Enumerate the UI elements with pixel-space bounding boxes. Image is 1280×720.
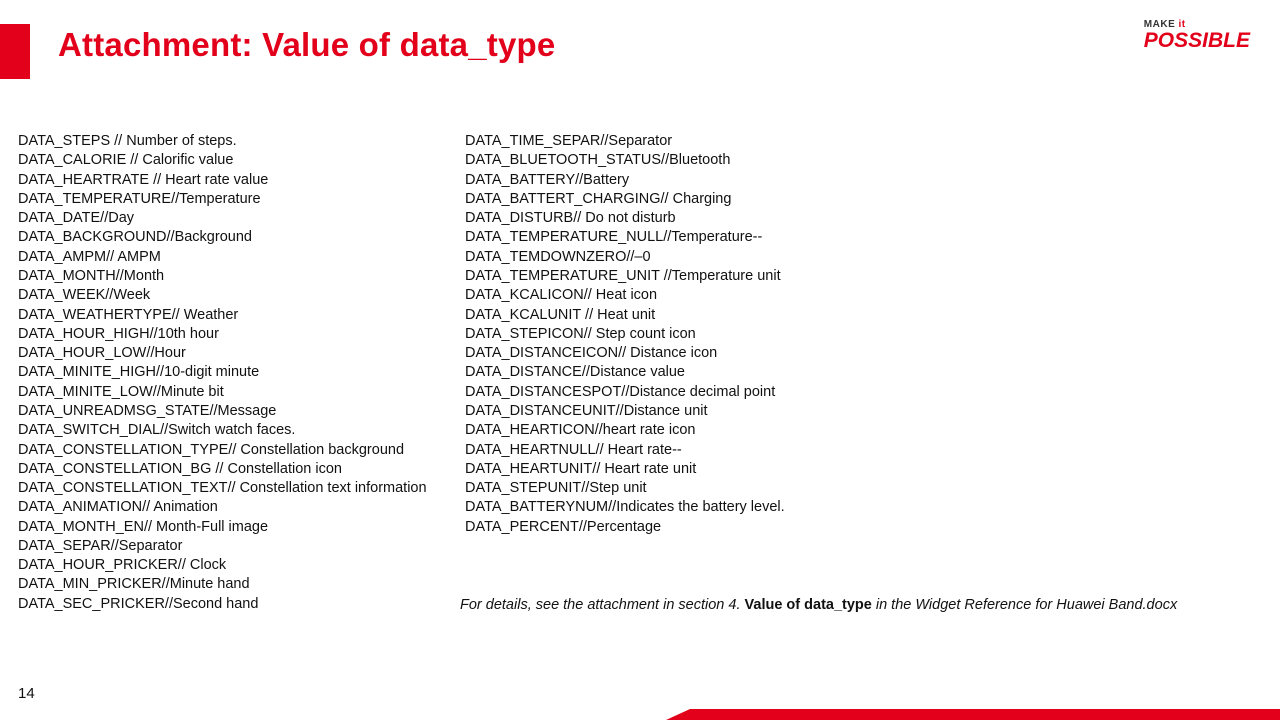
logo-possible: POSSIBLE xyxy=(1144,30,1250,51)
footer-accent-bar xyxy=(690,709,1280,720)
brand-logo: MAKE it POSSIBLE xyxy=(1144,20,1250,51)
page-number: 14 xyxy=(18,685,35,702)
page-title: Attachment: Value of data_type xyxy=(58,26,555,64)
data-type-column-right: DATA_TIME_SEPAR//Separator DATA_BLUETOOT… xyxy=(465,132,865,614)
title-accent-block xyxy=(0,24,30,79)
footnote-bold: Value of data_type xyxy=(745,597,872,613)
footnote-tail: Widget Reference for Huawei Band.docx xyxy=(915,597,1177,613)
footnote-prefix: For details, see the attachment in secti… xyxy=(460,597,745,613)
footnote: For details, see the attachment in secti… xyxy=(460,597,1177,613)
content-columns: DATA_STEPS // Number of steps. DATA_CALO… xyxy=(18,132,865,614)
footnote-mid: in the xyxy=(872,597,916,613)
data-type-column-left: DATA_STEPS // Number of steps. DATA_CALO… xyxy=(18,132,463,614)
